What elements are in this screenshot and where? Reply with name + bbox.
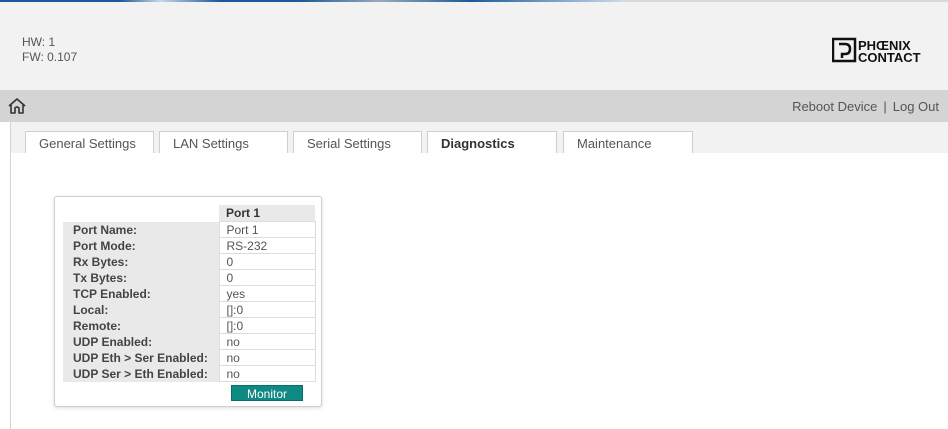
version-info: HW: 1 FW: 0.107 [22,35,77,65]
nav-separator: | [883,99,887,114]
row-value: yes [218,285,316,302]
row-value: no [218,349,316,366]
hardware-version: HW: 1 [22,35,56,49]
diagnostics-panel: Port 1 Port Name: Port 1 Port Mode: RS-2… [54,196,322,407]
diagnostics-table: Port 1 Port Name: Port 1 Port Mode: RS-2… [63,205,316,382]
row-label: Local: [63,301,219,318]
table-row: UDP Enabled: no [63,333,316,350]
firmware-version: FW: 0.107 [22,50,78,64]
column-header-port-1: Port 1 [219,205,315,222]
row-label: UDP Ser > Eth Enabled: [63,365,219,382]
row-label: UDP Eth > Ser Enabled: [63,349,219,366]
log-out-link[interactable]: Log Out [893,99,939,114]
header-blank-cell [63,205,219,222]
navigation-bar: Reboot Device | Log Out [0,90,948,122]
tab-lan-settings[interactable]: LAN Settings [159,131,288,153]
page-header: HW: 1 FW: 0.107 PHŒNIX CONTACT [0,2,948,90]
row-label: Port Name: [63,221,219,238]
table-row: Tx Bytes: 0 [63,269,316,286]
row-label: Remote: [63,317,219,334]
table-row: Remote: []:0 [63,317,316,334]
table-row: TCP Enabled: yes [63,285,316,302]
nav-links: Reboot Device | Log Out [792,99,939,114]
row-value: 0 [218,269,316,286]
row-value: Port 1 [218,221,316,238]
tab-diagnostics[interactable]: Diagnostics [427,131,557,155]
row-value: []:0 [218,301,316,318]
row-label: Port Mode: [63,237,219,254]
row-value: no [218,333,316,350]
table-row: Local: []:0 [63,301,316,318]
logo-line-2: CONTACT [858,50,921,65]
row-label: UDP Enabled: [63,333,219,350]
row-value: RS-232 [218,237,316,254]
tab-content: Port 1 Port Name: Port 1 Port Mode: RS-2… [10,153,948,429]
home-icon[interactable] [7,96,27,116]
row-label: Rx Bytes: [63,253,219,270]
table-header-row: Port 1 [63,205,315,222]
table-row: Rx Bytes: 0 [63,253,316,270]
reboot-device-link[interactable]: Reboot Device [792,99,877,114]
row-label: TCP Enabled: [63,285,219,302]
row-value: []:0 [218,317,316,334]
tab-serial-settings[interactable]: Serial Settings [293,131,422,153]
table-row: UDP Eth > Ser Enabled: no [63,349,316,366]
phoenix-contact-logo: PHŒNIX CONTACT [832,37,921,65]
table-row: Port Name: Port 1 [63,221,316,238]
tab-general-settings[interactable]: General Settings [25,131,154,153]
tab-maintenance[interactable]: Maintenance [563,131,693,153]
row-value: 0 [218,253,316,270]
table-row: UDP Ser > Eth Enabled: no [63,365,316,382]
table-row: Port Mode: RS-232 [63,237,316,254]
row-value: no [218,365,316,382]
monitor-button[interactable]: Monitor [231,385,303,401]
row-label: Tx Bytes: [63,269,219,286]
